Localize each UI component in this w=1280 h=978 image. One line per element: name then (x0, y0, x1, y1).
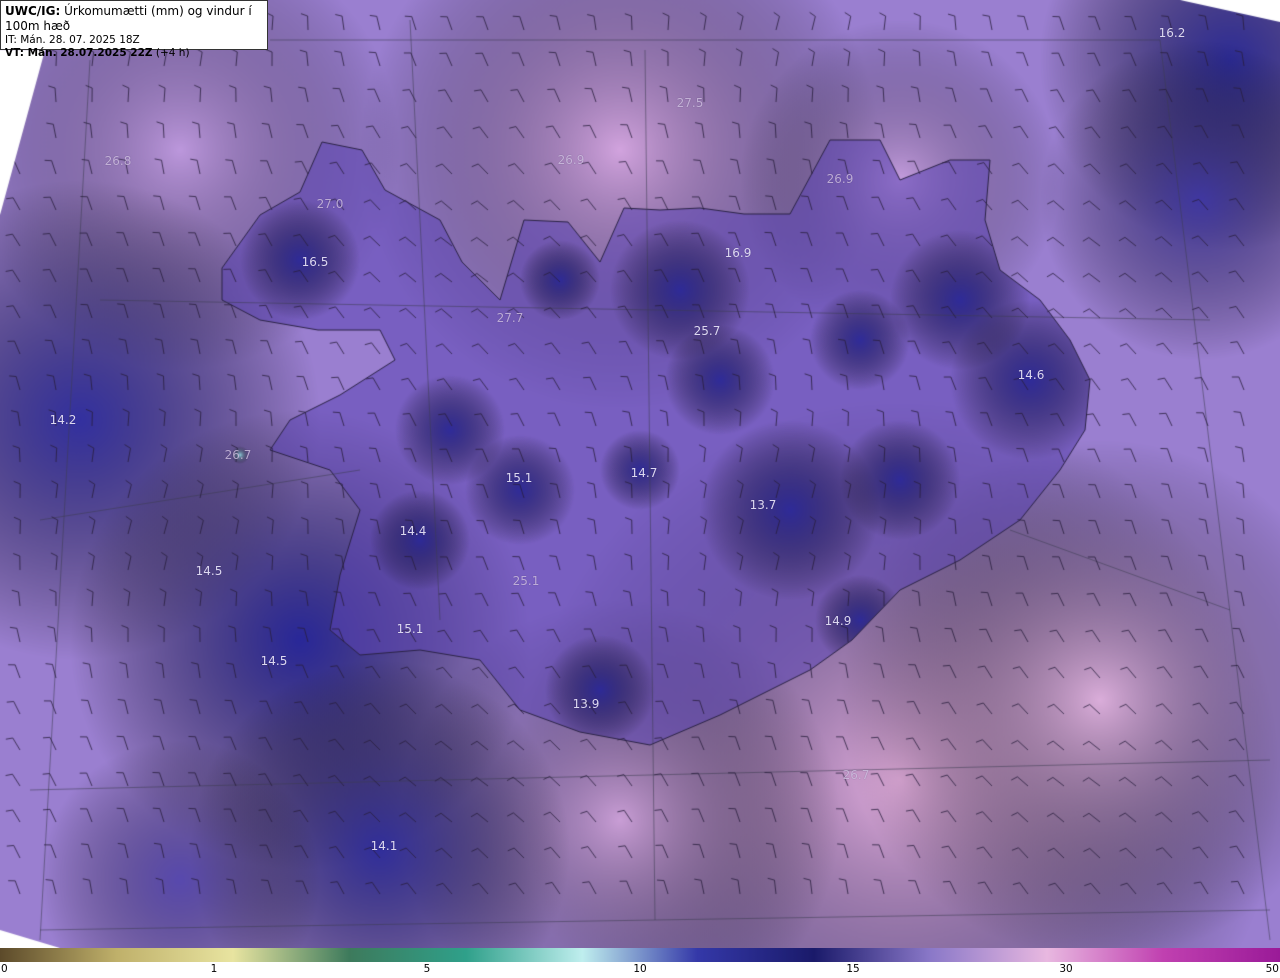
colorbar-tick: 1 (210, 963, 218, 975)
map-value-label: 26.7 (842, 768, 870, 782)
title-line: UWC/IG: Úrkomumætti (mm) og vindur í 100… (5, 4, 263, 34)
map-value-label: 14.1 (370, 839, 398, 853)
colorbar-tick: 50 (1265, 963, 1279, 975)
colorbar-tick: 30 (1059, 963, 1073, 975)
map-value-label: 16.5 (301, 255, 329, 269)
model-name: UWC/IG: (5, 4, 61, 18)
map-value-label: 26.9 (557, 153, 585, 167)
map-value-label: 26.8 (104, 154, 132, 168)
map-value-label: 16.9 (724, 246, 752, 260)
map-value-label: 14.5 (195, 564, 223, 578)
lead-time: (+4 h) (155, 47, 190, 59)
map-value-label: 14.4 (399, 524, 427, 538)
map-value-label: 15.1 (396, 622, 424, 636)
map-value-label: 25.1 (512, 574, 540, 588)
map-value-label: 27.5 (676, 96, 704, 110)
map-value-label: 14.5 (260, 654, 288, 668)
map-value-label: 27.0 (316, 197, 344, 211)
colorbar-tick: 15 (846, 963, 860, 975)
colorbar (0, 948, 1280, 962)
map-value-label: 27.7 (496, 311, 524, 325)
map-value-label: 16.2 (1158, 26, 1186, 40)
map-value-label: 13.9 (572, 697, 600, 711)
map-value-label: 14.6 (1017, 368, 1045, 382)
map-value-label: 26.7 (224, 448, 252, 462)
valid-time-line: VT: Mán. 28.07.2025 22Z (+4 h) (5, 47, 263, 60)
map-value-label: 14.7 (630, 466, 658, 480)
valid-time: VT: Mán. 28.07.2025 22Z (5, 47, 153, 59)
colorbar-tick: 5 (423, 963, 431, 975)
colorbar-tick: 10 (633, 963, 647, 975)
map-value-label: 14.2 (49, 413, 77, 427)
colorbar-ticks: 0 1 5 10 15 30 50 (0, 962, 1280, 978)
map-info-box: UWC/IG: Úrkomumætti (mm) og vindur í 100… (0, 0, 268, 59)
map-value-label: 25.7 (693, 324, 721, 338)
map-value-label: 26.9 (826, 172, 854, 186)
init-time: IT: Mán. 28. 07. 2025 18Z (5, 34, 140, 46)
map-value-label: 15.1 (505, 471, 533, 485)
map-value-label: 13.7 (749, 498, 777, 512)
colorbar-tick: 0 (1, 963, 8, 975)
map-value-label: 14.9 (824, 614, 852, 628)
